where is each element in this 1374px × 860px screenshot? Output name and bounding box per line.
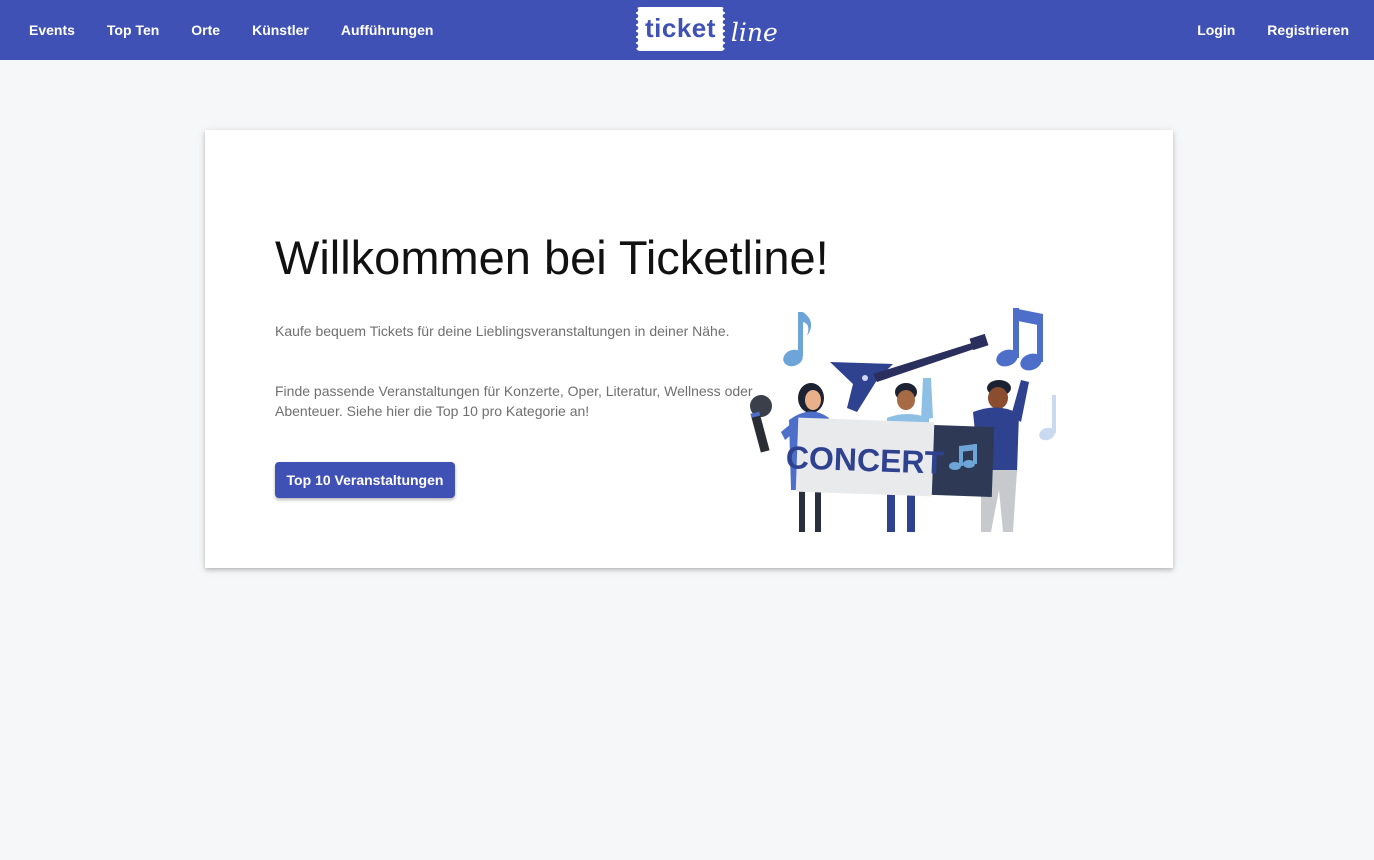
microphone-icon xyxy=(750,395,772,453)
music-note-icon xyxy=(783,312,812,367)
welcome-card: Willkommen bei Ticketline! Kaufe bequem … xyxy=(205,130,1173,568)
nav-registrieren[interactable]: Registrieren xyxy=(1251,0,1365,60)
brand-logo-ticket: ticket xyxy=(636,7,725,51)
top-navbar: Events Top Ten Orte Künstler Aufführunge… xyxy=(0,0,1374,60)
nav-auffuehrungen[interactable]: Aufführungen xyxy=(325,0,450,60)
nav-login[interactable]: Login xyxy=(1181,0,1251,60)
banner-text: CONCERT xyxy=(785,439,945,481)
brand-logo[interactable]: ticket line xyxy=(636,4,778,54)
nav-left-group: Events Top Ten Orte Künstler Aufführunge… xyxy=(13,0,449,60)
concert-banner: CONCERT xyxy=(785,417,995,498)
brand-logo-line: line xyxy=(730,17,778,47)
intro-text: Kaufe bequem Tickets für deine Lieblings… xyxy=(275,323,730,339)
nav-kuenstler[interactable]: Künstler xyxy=(236,0,325,60)
double-music-note-icon xyxy=(996,308,1043,371)
nav-orte[interactable]: Orte xyxy=(175,0,236,60)
page-title: Willkommen bei Ticketline! xyxy=(275,231,829,284)
nav-top-ten[interactable]: Top Ten xyxy=(91,0,175,60)
nav-events[interactable]: Events xyxy=(13,0,91,60)
nav-right-group: Login Registrieren xyxy=(1181,0,1365,60)
faded-music-note-icon xyxy=(1039,395,1056,441)
description-text: Finde passende Veranstaltungen für Konze… xyxy=(275,383,753,419)
top-10-button[interactable]: Top 10 Veranstaltungen xyxy=(275,462,455,498)
concert-illustration: CONCERT xyxy=(750,308,1056,532)
